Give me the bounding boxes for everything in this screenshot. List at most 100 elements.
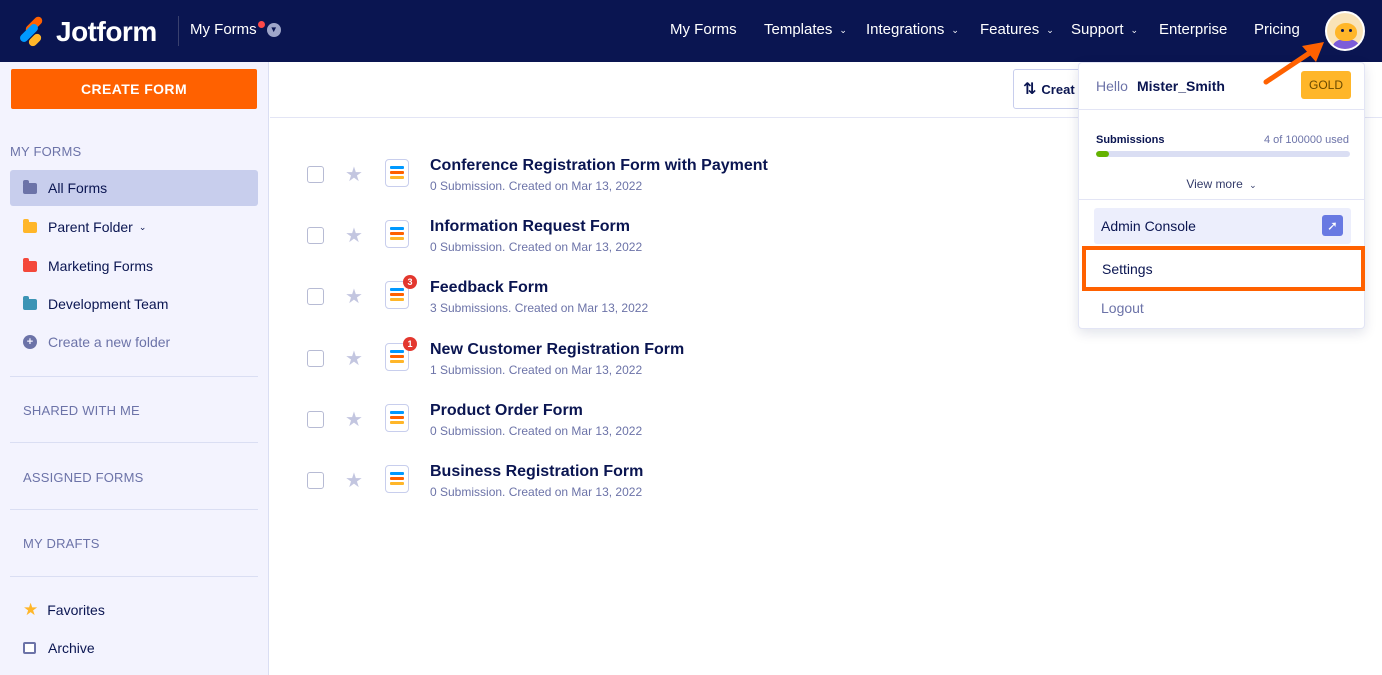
sidebar-item-marketing-forms[interactable]: Marketing Forms <box>10 248 258 284</box>
divider <box>10 442 258 443</box>
view-more-label: View more <box>1186 177 1243 191</box>
divider <box>1079 109 1364 110</box>
chevron-down-icon: ⌄ <box>839 25 847 35</box>
form-title[interactable]: New Customer Registration Form <box>430 341 684 359</box>
sidebar: CREATE FORM MY FORMS All Forms Parent Fo… <box>0 62 269 675</box>
nav-enterprise[interactable]: Enterprise <box>1159 21 1227 38</box>
form-row[interactable]: ★ 1 New Customer Registration Form 1 Submis… <box>270 337 1070 410</box>
sidebar-item-all-forms[interactable]: All Forms <box>10 170 258 206</box>
shared-with-me-section[interactable]: SHARED WITH ME <box>23 403 140 418</box>
form-title[interactable]: Conference Registration Form with Paymen… <box>430 157 768 175</box>
username: Mister_Smith <box>1137 78 1225 94</box>
greeting: Hello <box>1096 78 1128 94</box>
annotation-arrow-icon <box>1263 42 1324 85</box>
nav-pricing[interactable]: Pricing <box>1254 21 1300 38</box>
sidebar-item-label: Archive <box>48 640 95 656</box>
star-icon[interactable]: ★ <box>345 346 363 371</box>
avatar-eye <box>1341 29 1344 32</box>
create-form-button[interactable]: CREATE FORM <box>11 69 257 109</box>
avatar-eye <box>1349 29 1352 32</box>
select-checkbox[interactable] <box>307 350 324 367</box>
form-meta: 0 Submission. Created on Mar 13, 2022 <box>430 485 643 499</box>
folder-icon <box>23 257 37 272</box>
sort-button[interactable]: ⇅ Creat <box>1013 69 1083 109</box>
nav-integrations[interactable]: Integrations ⌄ <box>866 21 959 38</box>
folder-icon <box>23 218 37 233</box>
my-drafts-section[interactable]: MY DRAFTS <box>23 536 100 551</box>
select-checkbox[interactable] <box>307 288 324 305</box>
top-navigation-bar: Jotform My Forms ▼ My Forms Templates ⌄ I… <box>0 0 1382 62</box>
chevron-down-icon[interactable]: ⌄ <box>139 222 147 233</box>
divider <box>1079 199 1364 200</box>
form-title[interactable]: Feedback Form <box>430 279 548 297</box>
select-checkbox[interactable] <box>307 166 324 183</box>
sidebar-item-label: All Forms <box>48 180 108 196</box>
form-title[interactable]: Information Request Form <box>430 218 630 236</box>
sidebar-item-label: Parent Folder <box>48 219 133 235</box>
chevron-down-icon: ⌄ <box>1249 180 1257 190</box>
chevron-down-icon: ⌄ <box>1046 25 1054 35</box>
chevron-down-icon: ⌄ <box>951 25 959 35</box>
divider <box>10 509 258 510</box>
assigned-forms-section[interactable]: ASSIGNED FORMS <box>23 470 144 485</box>
sidebar-item-favorites[interactable]: ★ Favorites <box>10 592 258 628</box>
folder-icon <box>23 295 37 310</box>
nav-features-label: Features <box>980 21 1040 38</box>
sidebar-item-label: Development Team <box>48 296 169 312</box>
submissions-label: Submissions <box>1096 134 1165 146</box>
sidebar-item-development-team[interactable]: Development Team <box>10 286 258 322</box>
form-row[interactable]: ★ 3 Feedback Form 3 Submissions. Created on… <box>270 275 1070 348</box>
nav-features[interactable]: Features ⌄ <box>980 21 1054 38</box>
new-submissions-badge: 1 <box>403 337 417 351</box>
select-checkbox[interactable] <box>307 472 324 489</box>
admin-console-button[interactable]: Admin Console ➚ <box>1094 208 1351 244</box>
form-title[interactable]: Business Registration Form <box>430 463 643 481</box>
my-forms-switcher[interactable]: My Forms ▼ <box>190 21 281 38</box>
nav-support-label: Support <box>1071 21 1124 38</box>
form-title[interactable]: Product Order Form <box>430 402 583 420</box>
form-meta: 1 Submission. Created on Mar 13, 2022 <box>430 363 643 377</box>
admin-console-label: Admin Console <box>1101 218 1196 234</box>
nav-my-forms[interactable]: My Forms <box>670 21 737 38</box>
form-icon <box>385 220 409 248</box>
form-row[interactable]: ★ Conference Registration Form with Payme… <box>270 157 1070 226</box>
jotform-logo-icon <box>16 15 44 48</box>
nav-support[interactable]: Support ⌄ <box>1071 21 1138 38</box>
create-folder-button[interactable]: + Create a new folder <box>10 324 258 360</box>
new-submissions-badge: 3 <box>403 275 417 289</box>
chevron-down-icon: ⌄ <box>1130 25 1139 35</box>
form-meta: 0 Submission. Created on Mar 13, 2022 <box>430 179 643 193</box>
star-icon[interactable]: ★ <box>345 223 363 248</box>
sidebar-item-parent-folder[interactable]: Parent Folder ⌄ <box>10 209 258 245</box>
divider <box>10 576 258 577</box>
nav-integrations-label: Integrations <box>866 21 945 38</box>
star-icon[interactable]: ★ <box>345 284 363 309</box>
form-row[interactable]: ★ Product Order Form 0 Submission. Created… <box>270 402 1070 471</box>
sort-button-label: Creat <box>1041 81 1075 97</box>
form-meta: 0 Submission. Created on Mar 13, 2022 <box>430 424 643 438</box>
sidebar-item-archive[interactable]: Archive <box>10 630 258 666</box>
star-icon[interactable]: ★ <box>345 407 363 432</box>
nav-templates[interactable]: Templates ⌄ <box>764 21 847 38</box>
logout-menu-item[interactable]: Logout <box>1101 300 1144 316</box>
select-checkbox[interactable] <box>307 411 324 428</box>
nav-enterprise-label: Enterprise <box>1159 21 1228 38</box>
form-icon <box>385 404 409 432</box>
jotform-logo[interactable]: Jotform <box>16 15 157 48</box>
nav-templates-label: Templates <box>764 21 833 38</box>
nav-pricing-label: Pricing <box>1254 21 1300 38</box>
form-meta: 3 Submissions. Created on Mar 13, 2022 <box>430 301 649 315</box>
nav-my-forms-label: My Forms <box>670 21 737 38</box>
form-row[interactable]: ★ Information Request Form 0 Submission. C… <box>270 218 1070 287</box>
form-row[interactable]: ★ Business Registration Form 0 Submission.… <box>270 463 1070 532</box>
form-meta: 0 Submission. Created on Mar 13, 2022 <box>430 240 643 254</box>
divider <box>10 376 258 377</box>
view-more-button[interactable]: View more ⌄ <box>1079 177 1364 191</box>
star-icon[interactable]: ★ <box>345 468 363 493</box>
settings-menu-item[interactable]: Settings <box>1082 246 1365 291</box>
folder-icon <box>23 179 37 194</box>
settings-label: Settings <box>1102 260 1153 277</box>
star-icon[interactable]: ★ <box>345 162 363 187</box>
select-checkbox[interactable] <box>307 227 324 244</box>
submissions-usage: 4 of 100000 used <box>1263 134 1349 146</box>
